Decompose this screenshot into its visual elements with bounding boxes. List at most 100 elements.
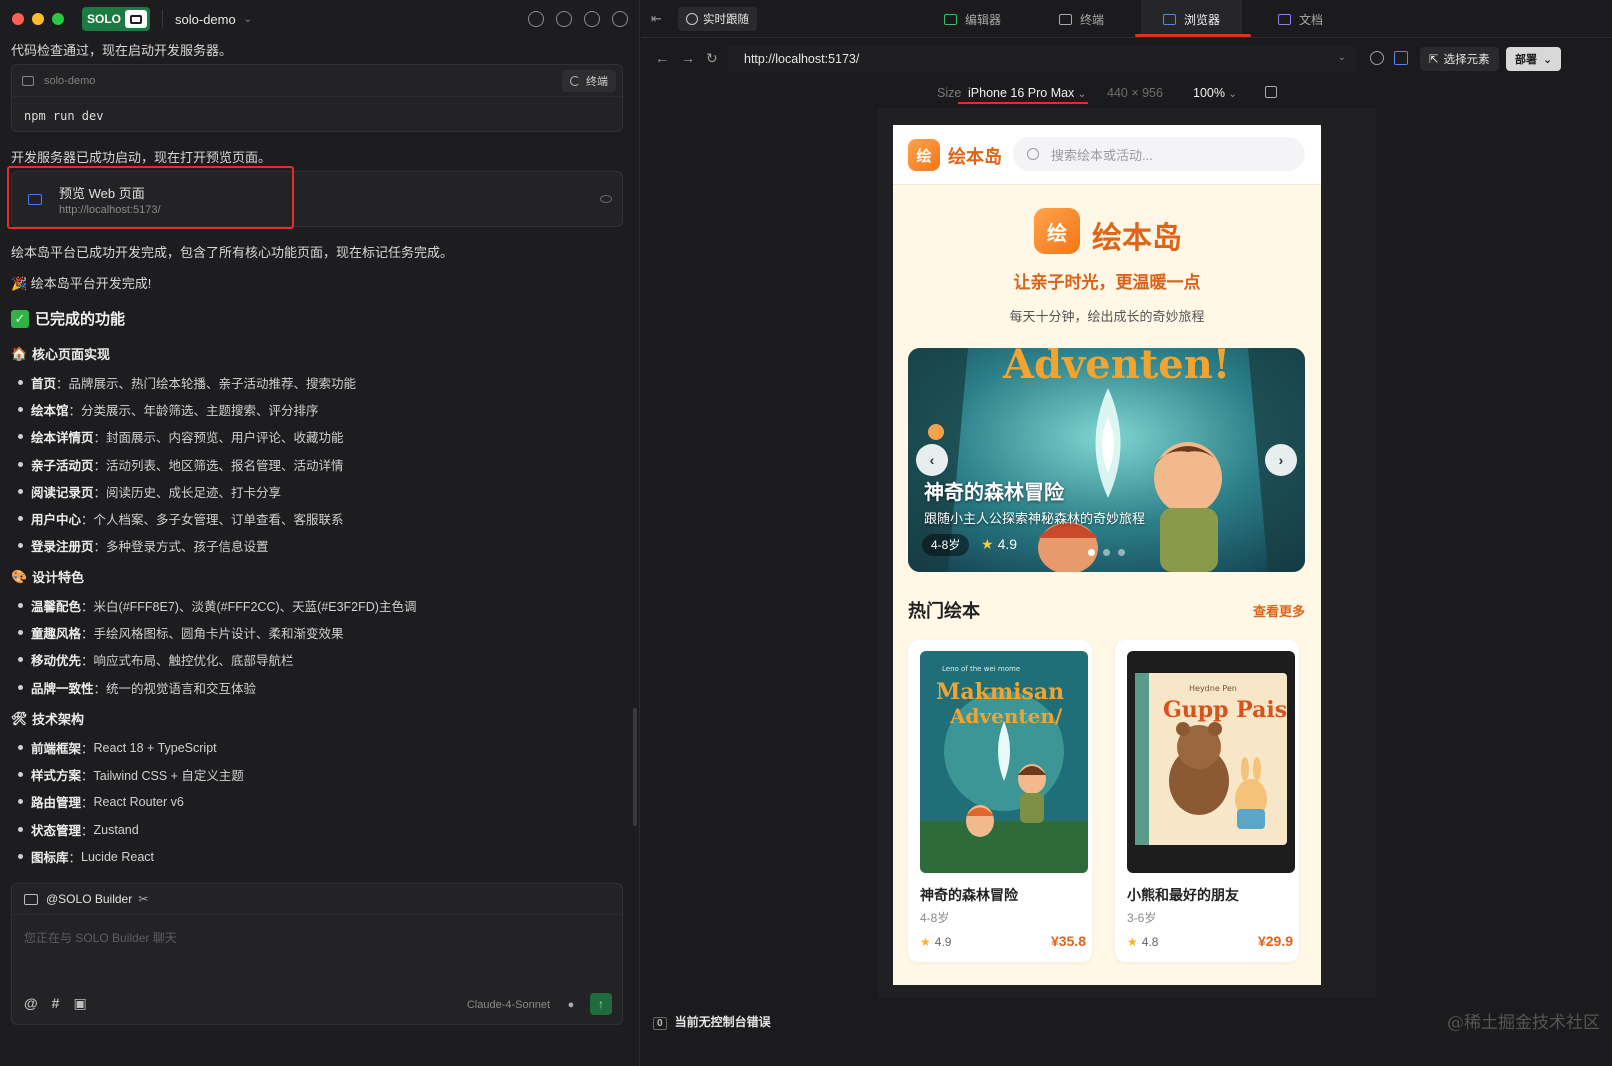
account-icon[interactable] (612, 11, 628, 27)
feature-separator: ： (93, 682, 107, 696)
device-selector[interactable]: iPhone 16 Pro Max ⌄ (968, 86, 1086, 100)
section-emoji-icon: 🏠 (11, 345, 28, 361)
deploy-button[interactable]: 部署 ⌄ (1506, 47, 1562, 71)
carousel-dot[interactable] (1118, 549, 1125, 556)
back-icon[interactable]: ← (655, 50, 669, 66)
responsive-mode-icon[interactable] (1394, 51, 1408, 65)
feature-list-item: 路由管理： React Router v6 (18, 792, 184, 811)
forward-icon[interactable]: → (681, 50, 695, 66)
zoom-selector[interactable]: 100% ⌄ (1193, 86, 1237, 100)
chat-input[interactable]: 您正在与 SOLO Builder 聊天 (24, 929, 177, 946)
mention-button[interactable]: @ (24, 995, 38, 1012)
assistant-message: 开发服务器已成功启动，现在打开预览页面。 (11, 150, 272, 165)
book-card[interactable]: Leno of the wei mome Makmisan Adventen/ … (908, 640, 1092, 962)
feature-separator: ： (81, 742, 94, 756)
reload-icon[interactable]: ↻ (706, 50, 718, 67)
project-name[interactable]: solo-demo (175, 12, 236, 27)
assistant-message: 绘本岛平台已成功开发完成，包含了所有核心功能页面，现在标记任务完成。 (11, 245, 454, 260)
chat-input-box[interactable]: @SOLO Builder ✂ 您正在与 SOLO Builder 聊天 @ #… (11, 883, 623, 1025)
cursor-icon: ⇱ (1429, 54, 1439, 66)
feature-section-title: 技术架构 (32, 712, 85, 727)
carousel-dots (1088, 549, 1125, 556)
svg-text:Makmisan: Makmisan (936, 679, 1064, 705)
close-window-button[interactable] (12, 13, 24, 25)
hero-title: 绘本岛 (1092, 222, 1182, 255)
feature-list-item: 图标库： Lucide React (18, 847, 154, 866)
chevron-down-icon[interactable]: ⌄ (1338, 52, 1346, 63)
feature-value: 米白(#FFF8E7)、淡黄(#FFF2CC)、天蓝(#E3F2FD)主色调 (93, 600, 417, 614)
open-terminal-button[interactable]: 终端 (562, 70, 616, 92)
image-icon[interactable]: ▣ (73, 995, 86, 1012)
bullet-icon (18, 380, 23, 385)
send-button[interactable]: ↑ (590, 993, 612, 1015)
feature-separator: ： (81, 769, 94, 783)
history-icon[interactable] (556, 11, 572, 27)
gear-icon[interactable] (584, 11, 600, 27)
completed-heading-text: 已完成的功能 (35, 311, 126, 328)
hash-button[interactable]: # (52, 995, 60, 1012)
bullet-icon (18, 745, 23, 750)
select-element-button[interactable]: ⇱ 选择元素 (1420, 47, 1499, 71)
book-card[interactable]: Heydne Pen Gupp Pais 小熊和最好的朋友 3-6岁 ★ 4.8 … (1115, 640, 1299, 962)
feature-value: 活动列表、地区筛选、报名管理、活动详情 (106, 459, 344, 473)
live-follow-button[interactable]: 实时跟随 (678, 7, 757, 31)
bullet-icon (18, 854, 23, 859)
feature-value: 多种登录方式、孩子信息设置 (106, 540, 269, 554)
bullet-icon (18, 603, 23, 608)
featured-carousel[interactable]: Adventen! ‹ › 神奇的森林冒险 跟随小主人公探索神秘森林的奇妙旅程 … (908, 348, 1305, 572)
feature-key: 品牌一致性 (31, 682, 94, 696)
carousel-dot[interactable] (1088, 549, 1095, 556)
bullet-icon (18, 489, 23, 494)
select-element-label: 选择元素 (1443, 54, 1490, 66)
section-emoji-icon: 🎨 (11, 568, 28, 584)
hero-subtitle: 每天十分钟，绘出成长的奇妙旅程 (1009, 309, 1205, 324)
feature-key: 温馨配色 (31, 600, 82, 614)
carousel-dot[interactable] (1103, 549, 1110, 556)
agent-name[interactable]: @SOLO Builder (46, 892, 132, 906)
carousel-prev-button[interactable]: ‹ (916, 444, 948, 476)
feature-key: 状态管理 (31, 824, 82, 838)
carousel-next-button[interactable]: › (1265, 444, 1297, 476)
feature-list-item: 亲子活动页：活动列表、地区筛选、报名管理、活动详情 (18, 455, 344, 474)
browser-icon (1163, 13, 1176, 25)
solo-badge[interactable]: SOLO (82, 7, 151, 31)
tab-terminal[interactable]: 终端 (1059, 0, 1104, 38)
banner-rating: ★ 4.9 (981, 536, 1017, 553)
hero-slogan: 让亲子时光，更温暖一点 (1013, 273, 1201, 292)
feature-separator: ： (81, 824, 94, 838)
site-logo[interactable]: 绘 (908, 139, 940, 171)
rotate-device-icon[interactable] (1265, 86, 1277, 98)
tab-editor[interactable]: 编辑器 (944, 0, 1001, 38)
console-status[interactable]: 0 当前无控制台错误 (653, 1013, 771, 1030)
microphone-icon[interactable]: ● (562, 996, 580, 1014)
editor-icon (944, 13, 957, 25)
banner-art-text: Adventen! (1002, 348, 1230, 388)
solo-toggle-icon (125, 10, 148, 28)
new-chat-icon[interactable] (528, 11, 544, 27)
devtools-icon[interactable] (1370, 51, 1384, 65)
site-search-input[interactable]: 搜索绘本或活动... (1013, 137, 1305, 171)
eye-icon[interactable] (600, 195, 612, 203)
site-brand[interactable]: 绘本岛 (948, 143, 1002, 169)
terminal-icon (1059, 13, 1072, 25)
zoom-window-button[interactable] (52, 13, 64, 25)
bullet-icon (18, 827, 23, 832)
bullet-icon (18, 685, 23, 690)
minimize-window-button[interactable] (32, 13, 44, 25)
bullet-icon (18, 434, 23, 439)
feature-section-title: 核心页面实现 (32, 347, 111, 362)
feature-list-item: 童趣风格：手绘风格图标、圆角卡片设计、柔和渐变效果 (18, 623, 344, 642)
chevron-down-icon[interactable]: ⌄ (244, 14, 252, 25)
feature-separator: ： (93, 431, 107, 445)
collapse-panel-icon[interactable]: ⇤ (651, 11, 662, 27)
model-selector[interactable]: Claude-4-Sonnet (467, 999, 550, 1011)
see-more-link[interactable]: 查看更多 (1253, 601, 1305, 620)
url-input[interactable]: http://localhost:5173/ ⌄ (728, 46, 1356, 72)
feature-key: 亲子活动页 (31, 459, 94, 473)
book-rating-value: 4.9 (934, 935, 952, 949)
scrollbar[interactable] (633, 708, 637, 826)
feature-key: 用户中心 (31, 513, 82, 527)
docs-icon (1278, 13, 1291, 25)
tab-docs[interactable]: 文档 (1278, 0, 1323, 38)
tab-browser[interactable]: 浏览器 (1141, 0, 1243, 38)
